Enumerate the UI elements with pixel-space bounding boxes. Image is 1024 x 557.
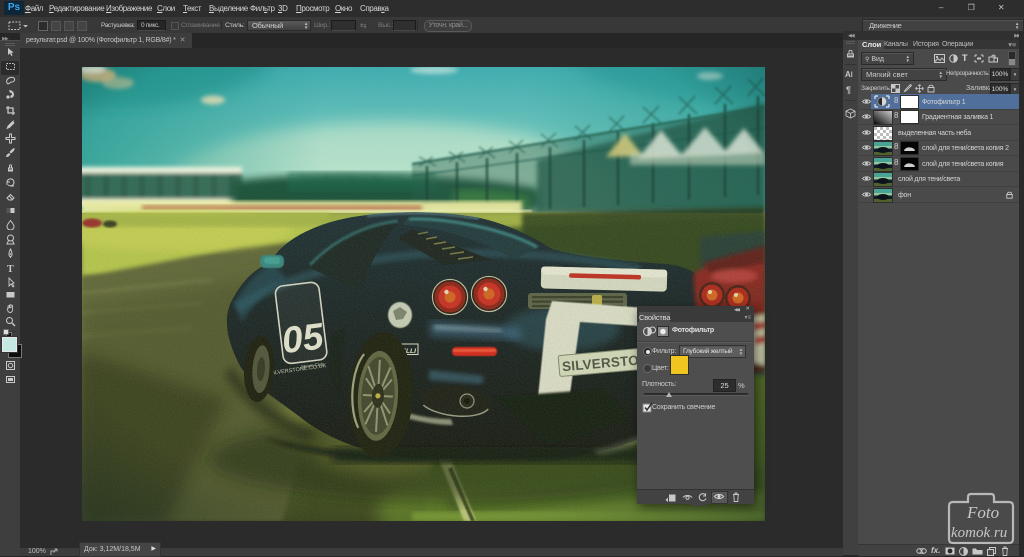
svg-text:T: T	[7, 264, 14, 274]
svg-text:komok.ru: komok.ru	[951, 525, 1007, 541]
svg-text:Foto: Foto	[966, 503, 999, 522]
